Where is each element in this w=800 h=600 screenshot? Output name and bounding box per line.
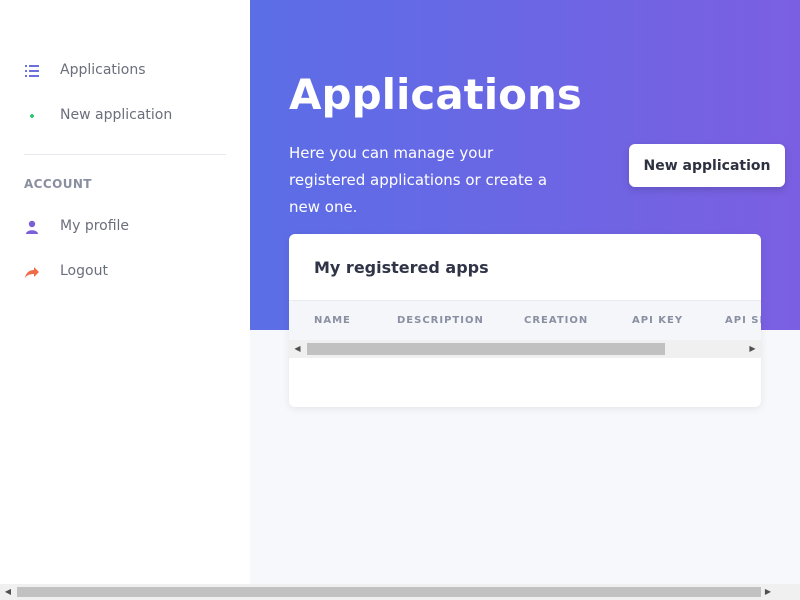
column-header-name[interactable]: NAME — [314, 315, 351, 326]
sidebar-item-logout[interactable]: Logout — [24, 261, 108, 283]
section-heading: ACCOUNT — [24, 177, 92, 191]
scrollbar-thumb[interactable] — [17, 587, 761, 597]
sidebar-item-applications[interactable]: Applications — [24, 60, 146, 82]
card-title: My registered apps — [314, 258, 489, 277]
list-icon — [24, 63, 40, 79]
page-subtitle: Here you can manage your registered appl… — [289, 144, 548, 216]
sidebar-divider — [24, 154, 226, 155]
sidebar-item-label: Logout — [60, 263, 108, 279]
sidebar-item-label: My profile — [60, 218, 130, 234]
registered-apps-card: My registered apps NAME DESCRIPTION CREA… — [289, 234, 761, 407]
new-application-button[interactable]: New application — [629, 144, 785, 187]
column-header-creation[interactable]: CREATION — [524, 315, 588, 326]
column-header-api-key[interactable]: API KEY — [632, 315, 683, 326]
sidebar-item-new-application[interactable]: New application — [24, 105, 172, 127]
scroll-left-icon[interactable]: ◀ — [0, 584, 16, 600]
plus-icon — [24, 108, 40, 124]
user-icon — [24, 219, 40, 235]
sidebar-item-label: Applications — [60, 62, 146, 78]
scroll-left-icon[interactable]: ◀ — [289, 340, 306, 358]
column-header-api-secret[interactable]: API SE — [725, 315, 761, 326]
column-header-description[interactable]: DESCRIPTION — [397, 315, 484, 326]
page-title: Applications — [289, 70, 582, 119]
table-header: NAME DESCRIPTION CREATION API KEY API SE — [289, 300, 761, 340]
share-arrow-icon — [24, 264, 40, 280]
scrollbar-thumb[interactable] — [307, 343, 665, 355]
table-horizontal-scrollbar[interactable]: ◀ ▶ — [289, 340, 761, 358]
sidebar-item-label: New application — [60, 107, 173, 123]
scroll-right-icon[interactable]: ▶ — [760, 584, 776, 600]
sidebar: Applications New application ACCOUNT My … — [0, 0, 250, 584]
sidebar-item-my-profile[interactable]: My profile — [24, 216, 129, 238]
page-horizontal-scrollbar[interactable]: ◀ ▶ — [0, 584, 800, 600]
scroll-right-icon[interactable]: ▶ — [744, 340, 761, 358]
